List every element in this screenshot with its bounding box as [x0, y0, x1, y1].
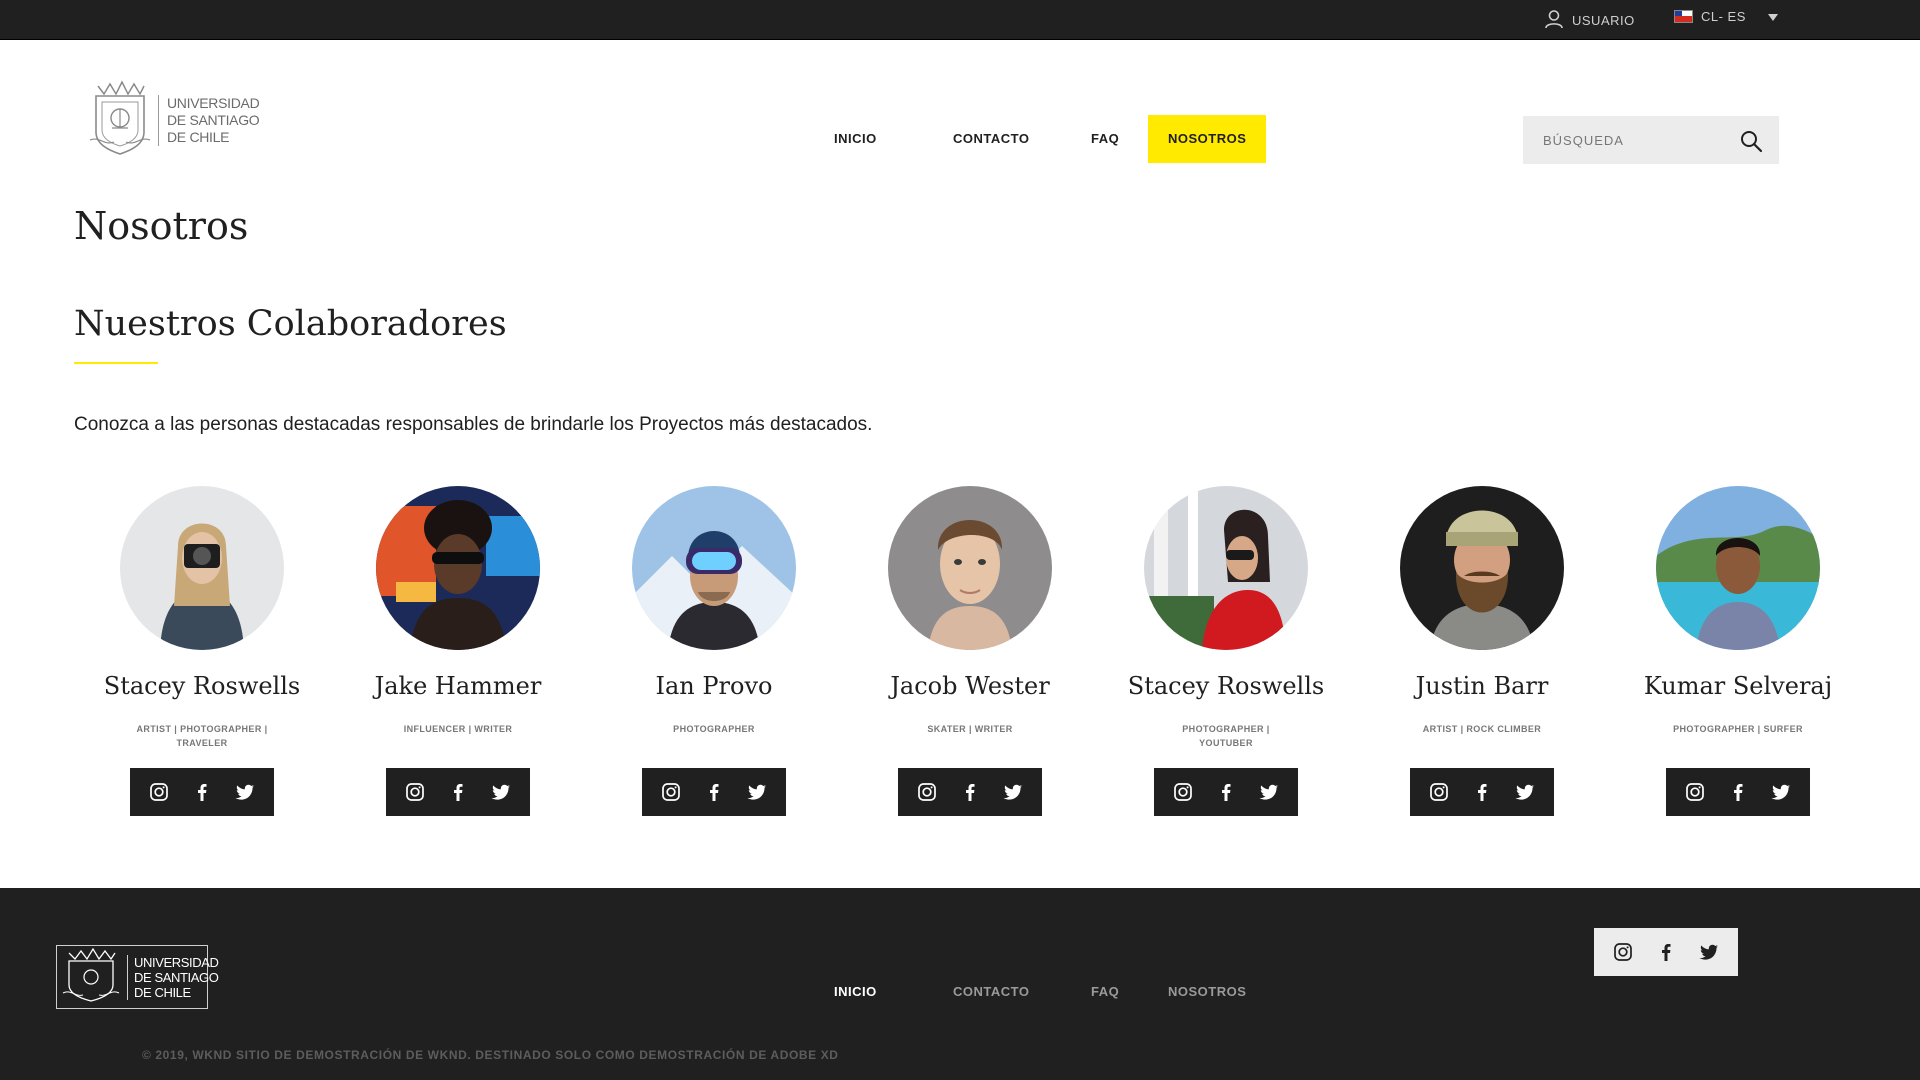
search-input[interactable]	[1523, 116, 1733, 164]
member-role: SKATER | WRITER	[927, 724, 1013, 734]
language-selector[interactable]: CL- ES	[1674, 9, 1746, 24]
footer-nav-inicio[interactable]: INICIO	[834, 984, 877, 999]
twitter-icon[interactable]	[233, 780, 257, 804]
user-account-link[interactable]: USUARIO	[1544, 9, 1635, 32]
social-links	[386, 768, 530, 816]
copyright-text: © 2019, WKND SITIO DE DEMOSTRACIÓN DE WK…	[142, 1048, 839, 1062]
member-name: Stacey Roswells	[1127, 672, 1325, 700]
social-links	[1666, 768, 1810, 816]
footer-social-links	[1594, 928, 1738, 976]
member-name: Ian Provo	[655, 672, 773, 700]
user-icon	[1544, 9, 1564, 32]
facebook-icon[interactable]	[1470, 780, 1494, 804]
footer-logo[interactable]: UNIVERSIDAD DE SANTIAGO DE CHILE	[56, 945, 219, 1009]
twitter-icon[interactable]	[1257, 780, 1281, 804]
instagram-icon[interactable]	[915, 780, 939, 804]
title-underline	[74, 362, 158, 364]
instagram-icon[interactable]	[659, 780, 683, 804]
footer: UNIVERSIDAD DE SANTIAGO DE CHILE INICIO …	[0, 888, 1920, 1080]
social-links	[1410, 768, 1554, 816]
member-role: PHOTOGRAPHER | YOUTUBER	[1182, 724, 1270, 748]
nav-nosotros[interactable]: NOSOTROS	[1148, 115, 1267, 163]
caret-down-icon[interactable]	[1768, 14, 1778, 21]
section-title: Nuestros Colaboradores	[74, 304, 507, 344]
facebook-icon[interactable]	[446, 780, 470, 804]
twitter-icon[interactable]	[1697, 940, 1721, 964]
member-name: Jake Hammer	[374, 672, 542, 700]
twitter-icon[interactable]	[489, 780, 513, 804]
avatar[interactable]	[1656, 486, 1820, 650]
logo-line: DE CHILE	[167, 128, 230, 145]
crest-icon	[89, 79, 151, 161]
team-member-card: Kumar Selveraj PHOTOGRAPHER | SURFER	[1610, 486, 1866, 816]
instagram-icon[interactable]	[1611, 940, 1635, 964]
footer-nav-faq[interactable]: FAQ	[1091, 984, 1119, 999]
member-role: ARTIST | ROCK CLIMBER	[1422, 724, 1542, 734]
facebook-icon[interactable]	[190, 780, 214, 804]
search-box	[1523, 116, 1779, 164]
avatar[interactable]	[888, 486, 1052, 650]
team-member-card: Jacob Wester SKATER | WRITER	[842, 486, 1098, 816]
social-links	[898, 768, 1042, 816]
member-name: Justin Barr	[1415, 672, 1549, 700]
team-member-card: Stacey Roswells ARTIST | PHOTOGRAPHER | …	[74, 486, 330, 816]
instagram-icon[interactable]	[403, 780, 427, 804]
member-role: INFLUENCER | WRITER	[403, 724, 513, 734]
footer-logo-line: DE SANTIAGO	[134, 969, 219, 985]
instagram-icon[interactable]	[1683, 780, 1707, 804]
team-member-card: Jake Hammer INFLUENCER | WRITER	[330, 486, 586, 816]
twitter-icon[interactable]	[1001, 780, 1025, 804]
avatar[interactable]	[1144, 486, 1308, 650]
user-label: USUARIO	[1572, 13, 1635, 28]
intro-text: Conozca a las personas destacadas respon…	[74, 414, 873, 435]
member-role: PHOTOGRAPHER | SURFER	[1673, 724, 1803, 734]
search-icon[interactable]	[1739, 129, 1763, 153]
instagram-icon[interactable]	[1171, 780, 1195, 804]
facebook-icon[interactable]	[702, 780, 726, 804]
avatar[interactable]	[120, 486, 284, 650]
member-role: PHOTOGRAPHER	[673, 724, 755, 734]
nav-faq[interactable]: FAQ	[1091, 115, 1119, 163]
team-grid: Stacey Roswells ARTIST | PHOTOGRAPHER | …	[74, 486, 1868, 826]
member-name: Stacey Roswells	[103, 672, 301, 700]
social-links	[642, 768, 786, 816]
footer-logo-line: DE CHILE	[134, 984, 191, 1000]
chile-flag-icon	[1674, 10, 1693, 23]
avatar[interactable]	[632, 486, 796, 650]
nav-contacto[interactable]: CONTACTO	[953, 115, 1029, 163]
team-member-card: Justin Barr ARTIST | ROCK CLIMBER	[1354, 486, 1610, 816]
top-bar: USUARIO CL- ES	[0, 0, 1920, 40]
facebook-icon[interactable]	[1726, 780, 1750, 804]
crest-icon	[61, 947, 121, 1008]
logo-line: DE SANTIAGO	[167, 111, 260, 128]
university-logo[interactable]: UNIVERSIDAD DE SANTIAGO DE CHILE	[89, 79, 260, 161]
twitter-icon[interactable]	[1769, 780, 1793, 804]
facebook-icon[interactable]	[958, 780, 982, 804]
member-name: Jacob Wester	[890, 672, 1050, 700]
team-member-card: Ian Provo PHOTOGRAPHER	[586, 486, 842, 816]
logo-line: UNIVERSIDAD	[167, 94, 260, 111]
twitter-icon[interactable]	[745, 780, 769, 804]
social-links	[130, 768, 274, 816]
social-links	[1154, 768, 1298, 816]
instagram-icon[interactable]	[147, 780, 171, 804]
footer-nav-contacto[interactable]: CONTACTO	[953, 984, 1029, 999]
facebook-icon[interactable]	[1214, 780, 1238, 804]
avatar[interactable]	[1400, 486, 1564, 650]
avatar[interactable]	[376, 486, 540, 650]
member-name: Kumar Selveraj	[1643, 672, 1833, 700]
facebook-icon[interactable]	[1654, 940, 1678, 964]
instagram-icon[interactable]	[1427, 780, 1451, 804]
language-label: CL- ES	[1701, 9, 1746, 24]
footer-logo-line: UNIVERSIDAD	[134, 954, 219, 970]
member-role: ARTIST | PHOTOGRAPHER | TRAVELER	[136, 724, 268, 748]
page-title: Nosotros	[74, 204, 249, 248]
twitter-icon[interactable]	[1513, 780, 1537, 804]
footer-nav-nosotros[interactable]: NOSOTROS	[1168, 984, 1246, 999]
team-member-card: Stacey Roswells PHOTOGRAPHER | YOUTUBER	[1098, 486, 1354, 816]
nav-inicio[interactable]: INICIO	[834, 115, 877, 163]
